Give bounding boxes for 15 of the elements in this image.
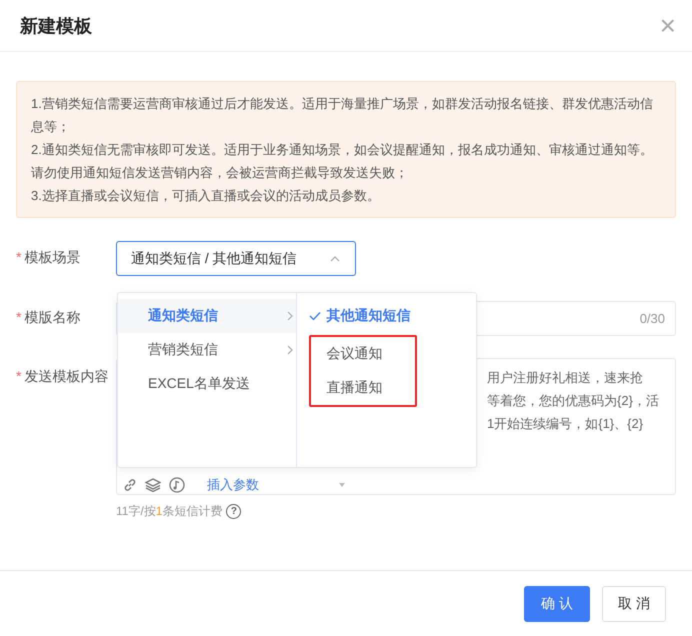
char-counter: 0/30 [640,311,665,326]
field-label: * 发送模板内容 [16,367,110,386]
field-label: * 模版名称 [16,308,82,327]
billing-text: 11字/按1条短信计费 [116,503,222,520]
required-mark: * [16,368,22,384]
content-text: 1开始连续编号，如{1}、{2} [487,415,644,433]
required-mark: * [16,309,22,325]
required-mark: * [16,249,22,265]
notice-text: 3.选择直播或会议短信，可插入直播或会议的活动成员参数。 [31,187,381,205]
dialog-title: 新建模板 [20,14,92,38]
field-label: * 模板场景 [16,248,82,267]
content-text: 等着您，您的优惠码为{2}，活 [487,392,660,410]
notice-text: 2.通知类短信无需审核即可发送。适用于业务通知场景，如会议提醒通知，报名成功通知、审核通过通知等。请勿使用通知短信发送营销内容，会被运营商拦截导致发送失败； [31,141,654,182]
notice-text: 1.营销类短信需要运营商审核通过后才能发送。适用于海量推广场景，如群发活动报名链接、群发优惠活动信息等； [31,95,654,136]
content-text: 用户注册好礼相送，速来抢 [487,369,644,387]
